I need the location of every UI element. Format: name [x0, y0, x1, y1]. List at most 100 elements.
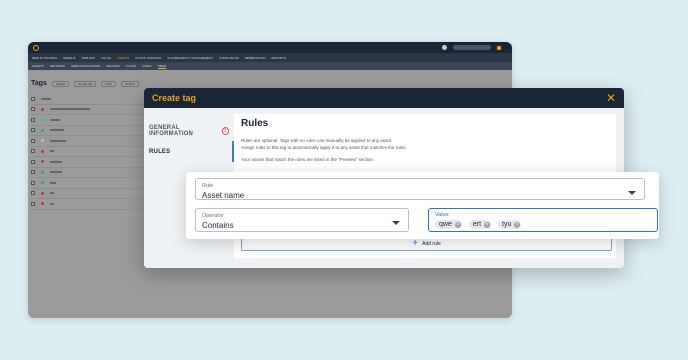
row-checkbox[interactable]	[31, 138, 35, 143]
step-general-information[interactable]: GENERAL INFORMATION !	[144, 120, 234, 141]
tag-name-placeholder	[50, 118, 60, 121]
value-chip: tyu ×	[498, 220, 522, 229]
top-right-area	[442, 45, 507, 50]
chip-text: qwe	[439, 221, 452, 228]
table-row[interactable]	[31, 147, 151, 157]
table-row[interactable]	[31, 115, 151, 126]
row-checkbox[interactable]	[31, 159, 35, 164]
subnav-item[interactable]: ASSET	[142, 64, 152, 68]
tag-name-placeholder	[50, 150, 54, 153]
tag-name-placeholder	[50, 129, 64, 132]
chevron-down-icon[interactable]	[392, 221, 400, 225]
modal-title: Create tag	[152, 93, 197, 103]
value-label: Value	[435, 212, 449, 218]
chip-text: ert	[472, 221, 482, 228]
tag-name-placeholder	[50, 160, 62, 163]
section-title: Rules	[241, 118, 269, 129]
plus-icon: +	[412, 238, 419, 249]
table-row[interactable]	[31, 189, 151, 199]
table-row[interactable]	[31, 136, 151, 147]
remove-chip-icon[interactable]: ×	[514, 221, 521, 228]
remove-chip-icon[interactable]: ×	[454, 221, 461, 228]
tag-color-dot	[41, 107, 44, 111]
subnav-item[interactable]: WEB APPLICATIONS	[71, 64, 100, 68]
nav-item[interactable]: REPORTS	[272, 56, 286, 60]
rules-description-2: Assign rules to this tag to automaticall…	[241, 145, 407, 150]
rules-description-3: Your assets that match the rules are lis…	[241, 157, 375, 162]
logo-mark-icon	[33, 44, 39, 51]
nav-item-active[interactable]: ASSETS	[117, 56, 129, 60]
row-checkbox[interactable]	[31, 96, 35, 101]
tag-color-dot	[41, 149, 44, 153]
tag-color-dot	[41, 139, 44, 143]
nav-item[interactable]: NESSUS	[63, 56, 75, 60]
nav-item[interactable]: REMEDIATION	[245, 56, 266, 60]
table-row[interactable]	[31, 168, 151, 178]
nav-item[interactable]: COMPLIANCE	[219, 56, 239, 60]
nav-item[interactable]: VULNERABILITY MANAGEMENT	[167, 56, 213, 60]
search-button[interactable]: Search	[51, 80, 70, 87]
row-checkbox[interactable]	[31, 128, 35, 133]
table-row[interactable]	[31, 178, 151, 189]
nav-item[interactable]: ATTACK SURFACE	[135, 56, 161, 60]
search-input[interactable]: Search	[121, 80, 139, 87]
subnav-item[interactable]: ASSETS	[32, 64, 44, 68]
value-chip: ert ×	[468, 220, 492, 229]
nav-item[interactable]: VULNS	[101, 56, 111, 60]
row-checkbox[interactable]	[31, 180, 35, 185]
tag-name-placeholder	[50, 171, 62, 174]
tag-color-dot	[41, 160, 44, 164]
table-row[interactable]	[31, 157, 151, 168]
tag-color-dot	[41, 202, 44, 206]
row-checkbox[interactable]	[31, 170, 35, 175]
rules-description-1: Rules are optional. Tags with no rules c…	[241, 138, 393, 143]
rule-editor-card: Rule Asset name Operator Contains Value …	[186, 172, 659, 239]
filter-button[interactable]: Filter	[101, 80, 117, 87]
tag-name-placeholder	[50, 139, 66, 142]
tag-name-placeholder	[50, 192, 54, 195]
app-logo	[33, 44, 65, 51]
nav-item[interactable]: WEB APP	[82, 56, 96, 60]
modal-header: Create tag ✕	[144, 88, 624, 108]
subnav-item[interactable]: NETWORK	[50, 64, 65, 68]
add-rule-label: Add rule	[422, 241, 441, 247]
subnav-item-tags[interactable]: TAGS	[157, 64, 166, 69]
subnav-item[interactable]: CLOUD	[125, 64, 136, 68]
page-title: Tags	[31, 80, 47, 87]
row-checkbox[interactable]	[31, 117, 35, 122]
table-row[interactable]	[31, 126, 151, 136]
tag-color-dot	[41, 191, 44, 195]
step-label: GENERAL INFORMATION	[149, 124, 194, 137]
value-chips: qwe × ert × tyu ×	[435, 220, 522, 229]
row-checkbox[interactable]	[31, 201, 35, 206]
tag-color-dot	[41, 170, 44, 174]
add-rule-button[interactable]: + Add rule	[241, 237, 612, 251]
user-menu[interactable]	[453, 45, 491, 50]
rule-select[interactable]: Rule Asset name	[195, 178, 645, 200]
value-input[interactable]: Value qwe × ert × tyu ×	[428, 208, 658, 232]
nav-item[interactable]: NEW IN TENABLE	[32, 56, 57, 60]
user-avatar[interactable]	[442, 45, 447, 50]
table-row[interactable]	[31, 94, 151, 105]
row-checkbox[interactable]	[31, 149, 35, 154]
notification-icon[interactable]	[497, 45, 501, 50]
table-row[interactable]	[31, 105, 151, 115]
tag-name-placeholder	[50, 202, 54, 205]
close-icon[interactable]: ✕	[606, 92, 616, 104]
chevron-down-icon[interactable]	[628, 191, 636, 195]
step-rules[interactable]: RULES	[144, 141, 234, 162]
chip-text: tyu	[502, 221, 512, 228]
step-label: RULES	[149, 148, 171, 155]
primary-nav: NEW IN TENABLE NESSUS WEB APP VULNS ASSE…	[28, 53, 512, 62]
remove-chip-icon[interactable]: ×	[484, 221, 491, 228]
tag-color-dot	[41, 181, 44, 185]
app-top-bar	[28, 42, 512, 53]
table-row[interactable]	[31, 199, 151, 210]
operator-select[interactable]: Operator Contains	[195, 208, 409, 232]
row-checkbox[interactable]	[31, 191, 35, 196]
page-header: Tags Search Create tag Filter Search	[31, 80, 139, 87]
warning-icon: !	[221, 126, 229, 135]
row-checkbox[interactable]	[31, 107, 35, 112]
subnav-item[interactable]: DEVICES	[106, 64, 119, 68]
create-tag-button[interactable]: Create tag	[74, 80, 97, 87]
